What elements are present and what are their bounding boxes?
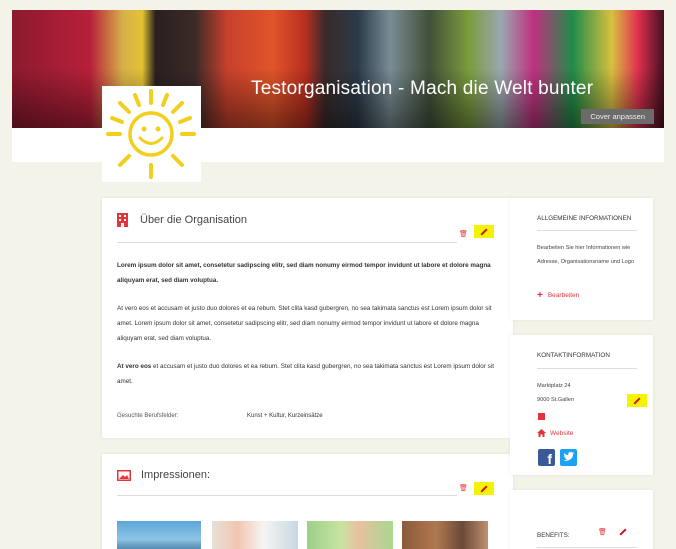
impressions-title: Impressionen: — [141, 469, 211, 481]
general-info-text: Bearbeiten Sie hier Informationen wie Ad… — [537, 245, 635, 265]
about-paragraph-3-text: et accusam et justo duo dolores et ea re… — [117, 363, 494, 385]
organisation-logo[interactable] — [102, 86, 201, 182]
fields-label: Gesuchte Berufsfelder: — [117, 413, 179, 419]
about-title: Über die Organisation — [140, 214, 248, 226]
twitter-icon[interactable] — [560, 449, 577, 466]
benefits-card — [510, 490, 653, 549]
general-info-underline — [537, 230, 637, 231]
fields-value: Kunst + Kultur, Kurzeinsätze — [247, 413, 323, 419]
about-paragraph-1: Lorem ipsum dolor sit amet, consetetur s… — [117, 262, 491, 284]
bird-icon — [563, 451, 575, 461]
website-link[interactable]: Website — [537, 429, 573, 437]
cover-adjust-button[interactable]: Cover anpassen — [581, 109, 654, 124]
trash-icon[interactable]: 🗑 — [459, 484, 468, 492]
website-label: Website — [550, 429, 574, 437]
contact-street: Marktplatz 24 — [537, 383, 571, 389]
building-icon — [117, 213, 128, 227]
about-title-underline — [117, 242, 457, 243]
edit-pencil-icon[interactable] — [474, 225, 494, 238]
benefits-underline — [537, 547, 637, 548]
general-info-edit-label: Bearbeiten — [547, 292, 580, 299]
about-paragraph-3-bold: At vero eos — [117, 363, 152, 370]
contact-underline — [537, 368, 637, 369]
about-header: Über die Organisation — [117, 213, 247, 227]
impression-image-2[interactable] — [212, 521, 298, 549]
impression-image-4[interactable] — [402, 521, 488, 549]
home-icon — [537, 429, 546, 437]
general-info-title: ALLGEMEINE INFORMATIONEN — [537, 215, 632, 222]
impression-image-1[interactable] — [117, 521, 201, 549]
general-info-edit-link[interactable]: + Bearbeiten — [537, 290, 579, 301]
impressions-title-underline — [117, 495, 457, 496]
edit-pencil-icon[interactable] — [627, 394, 647, 407]
contact-title: KONTAKTINFORMATION — [537, 352, 610, 359]
plus-icon: + — [537, 290, 543, 301]
edit-pencil-icon[interactable] — [619, 528, 627, 538]
impressions-header: Impressionen: — [117, 469, 210, 481]
trash-icon[interactable]: 🗑 — [459, 230, 468, 238]
impression-image-3[interactable] — [307, 521, 393, 549]
organisation-title: Testorganisation - Mach die Welt bunter — [251, 78, 594, 99]
about-paragraph-2: At vero eos et accusam et justo duo dolo… — [117, 305, 492, 342]
image-icon — [117, 469, 131, 481]
edit-pencil-icon[interactable] — [474, 482, 494, 495]
sun-logo-icon — [106, 89, 196, 179]
email-icon[interactable] — [538, 413, 545, 424]
trash-icon[interactable]: 🗑 — [598, 528, 607, 536]
benefits-title: BENEFITS: — [537, 532, 570, 539]
facebook-icon[interactable]: f — [538, 449, 555, 466]
envelope-icon — [538, 420, 545, 424]
about-paragraph-3: At vero eos et accusam et justo duo dolo… — [117, 359, 502, 389]
